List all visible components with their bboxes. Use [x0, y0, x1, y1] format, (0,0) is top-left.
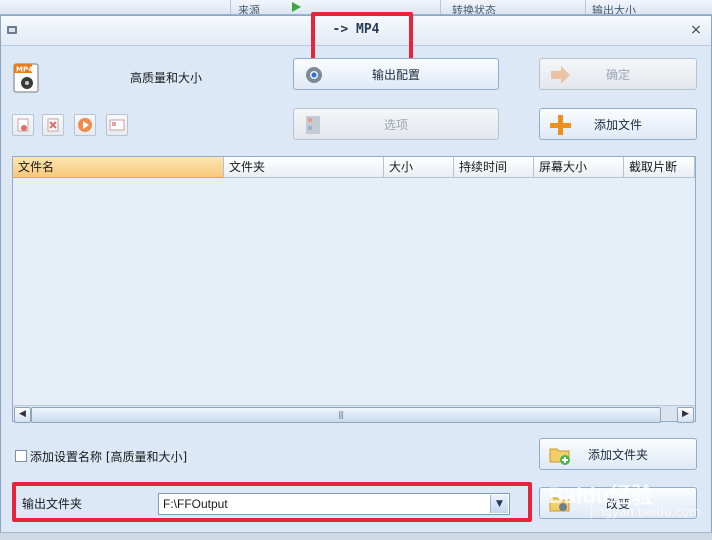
scroll-right-arrow-icon[interactable]: ▶ [677, 407, 694, 423]
plus-icon [550, 115, 571, 135]
media-info-button[interactable] [106, 114, 128, 136]
close-button[interactable]: × [688, 22, 704, 38]
bg-col-size: 输出大小 [592, 4, 636, 15]
ok-label: 确定 [605, 67, 630, 82]
add-file-button[interactable]: 添加文件 [539, 108, 697, 140]
add-folder-button[interactable]: 添加文件夹 [539, 438, 697, 470]
add-setting-name-checkbox[interactable] [15, 450, 27, 462]
clear-icon [17, 118, 29, 132]
column-header-filename[interactable]: 文件名 [13, 157, 224, 178]
options-label: 选项 [383, 117, 408, 132]
column-header-folder[interactable]: 文件夹 [224, 157, 384, 178]
quality-label: 高质量和大小 [130, 71, 203, 85]
play-icon [292, 2, 301, 12]
output-folder-highlight-box [12, 482, 532, 522]
add-folder-label: 添加文件夹 [587, 447, 648, 462]
add-setting-name-label: 添加设置名称 [高质量和大小] [30, 450, 188, 464]
svg-text:MP4: MP4 [16, 66, 33, 74]
info-card-icon [109, 119, 125, 131]
file-list[interactable]: 文件名 文件夹 大小 持续时间 屏幕大小 截取片断 [12, 156, 696, 422]
add-file-label: 添加文件 [593, 117, 642, 132]
output-config-button[interactable]: 输出配置 [293, 58, 499, 90]
options-button[interactable]: 选项 [293, 108, 499, 140]
play-file-button[interactable] [74, 114, 96, 136]
system-menu-icon[interactable] [6, 24, 18, 36]
column-header-clip[interactable]: 截取片断 [624, 157, 695, 178]
gear-icon [306, 67, 322, 83]
remove-file-button[interactable] [42, 114, 64, 136]
column-header-duration[interactable]: 持续时间 [454, 157, 534, 178]
scroll-grip-icon: ||| [338, 410, 344, 419]
ok-button[interactable]: 确定 [539, 58, 697, 90]
column-header-size[interactable]: 大小 [384, 157, 454, 178]
mp4-format-icon: MP4 [13, 63, 39, 93]
delete-icon [47, 118, 59, 132]
bg-col-status: 转换状态 [452, 4, 496, 15]
clear-list-button[interactable] [12, 114, 34, 136]
horizontal-scrollbar[interactable]: ◀ ||| ▶ [13, 405, 695, 423]
film-icon [306, 116, 320, 134]
background-app-footer [0, 532, 712, 540]
scroll-left-arrow-icon[interactable]: ◀ [14, 407, 31, 423]
bg-col-source: 来源 [238, 4, 260, 15]
scroll-thumb[interactable]: ||| [31, 407, 661, 423]
column-header-screen-size[interactable]: 屏幕大小 [534, 157, 624, 178]
arrow-right-icon [551, 66, 570, 84]
output-config-label: 输出配置 [371, 67, 420, 82]
baidu-watermark-url: jingyan.baidu.com [590, 505, 701, 519]
play-circle-icon [78, 118, 92, 132]
folder-add-icon [549, 448, 570, 465]
